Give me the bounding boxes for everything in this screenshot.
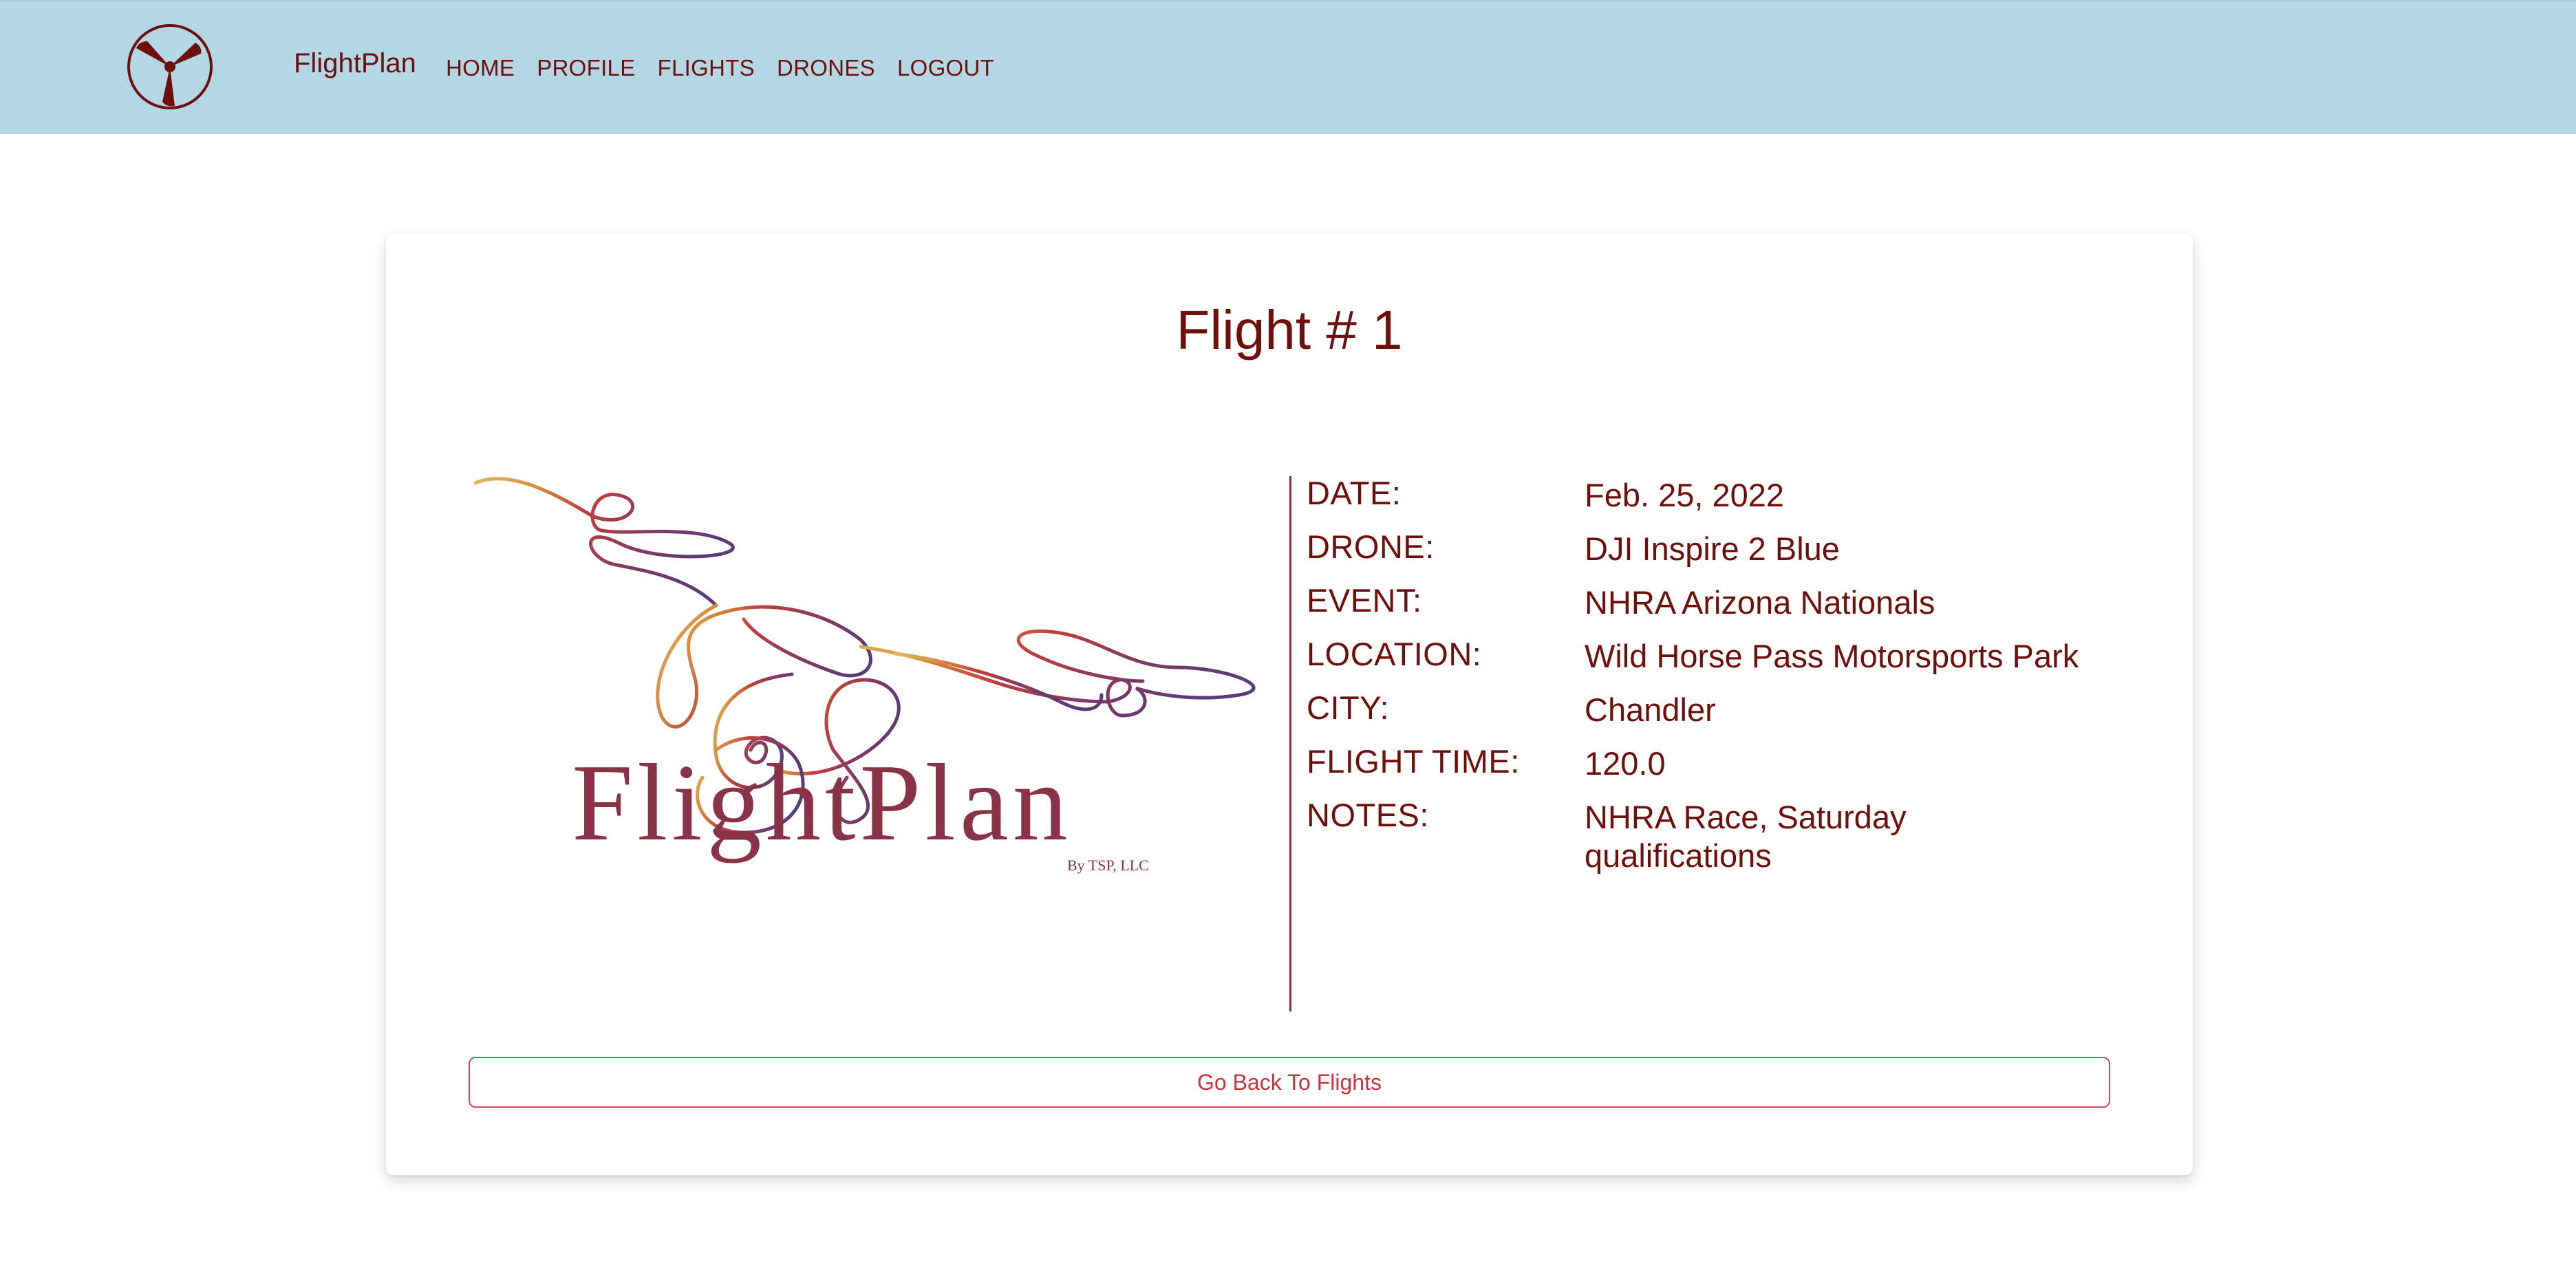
detail-label: DATE: bbox=[1307, 475, 1402, 511]
detail-label: DRONE: bbox=[1307, 528, 1435, 565]
detail-value: NHRA Race, Saturday qualifications bbox=[1585, 799, 1907, 874]
logo-byline: By TSP, LLC bbox=[1067, 857, 1149, 874]
detail-value: Wild Horse Pass Motorsports Park bbox=[1585, 638, 2079, 674]
nav-links: HOME PROFILE FLIGHTS DRONES LOGOUT bbox=[446, 56, 1016, 79]
flightplan-logo-illustration: FlightPlan By TSP, LLC bbox=[473, 477, 1256, 874]
nav-profile-link[interactable]: PROFILE bbox=[537, 56, 635, 79]
detail-label: LOCATION: bbox=[1307, 636, 1482, 672]
detail-row-drone: DRONE: DJI Inspire 2 Blue bbox=[1307, 530, 2153, 568]
detail-row-flight-time: FLIGHT TIME: 120.0 bbox=[1307, 744, 2153, 783]
nav-drones-link[interactable]: DRONES bbox=[777, 56, 875, 79]
flight-detail-card: Flight # 1 FlightPlan By TSP, LLC DATE: … bbox=[386, 234, 2193, 1175]
detail-value: 120.0 bbox=[1585, 745, 1666, 782]
detail-label: NOTES: bbox=[1307, 797, 1429, 833]
detail-row-notes: NOTES: NHRA Race, Saturday qualification… bbox=[1307, 798, 2153, 875]
top-navbar: FlightPlan HOME PROFILE FLIGHTS DRONES L… bbox=[0, 0, 2576, 134]
logo-wordmark: FlightPlan bbox=[572, 741, 1072, 863]
nav-flights-link[interactable]: FLIGHTS bbox=[658, 56, 755, 79]
detail-row-date: DATE: Feb. 25, 2022 bbox=[1307, 476, 2153, 515]
propeller-logo-icon[interactable] bbox=[124, 21, 216, 113]
detail-row-city: CITY: Chandler bbox=[1307, 691, 2153, 729]
nav-logout-link[interactable]: LOGOUT bbox=[897, 56, 994, 79]
go-back-to-flights-button[interactable]: Go Back To Flights bbox=[469, 1057, 2110, 1108]
brand-link[interactable]: FlightPlan bbox=[294, 50, 416, 77]
detail-label: EVENT: bbox=[1307, 582, 1422, 619]
detail-label: FLIGHT TIME: bbox=[1307, 743, 1520, 780]
detail-value: Chandler bbox=[1585, 691, 1716, 728]
page-title: Flight # 1 bbox=[1176, 299, 1403, 361]
detail-row-location: LOCATION: Wild Horse Pass Motorsports Pa… bbox=[1307, 637, 2153, 676]
detail-value: NHRA Arizona Nationals bbox=[1585, 584, 1935, 621]
detail-row-event: EVENT: NHRA Arizona Nationals bbox=[1307, 583, 2153, 622]
nav-home-link[interactable]: HOME bbox=[446, 56, 515, 79]
detail-value: Feb. 25, 2022 bbox=[1585, 477, 1785, 513]
flight-details-list: DATE: Feb. 25, 2022 DRONE: DJI Inspire 2… bbox=[1307, 476, 2153, 890]
detail-value: DJI Inspire 2 Blue bbox=[1585, 530, 1840, 567]
vertical-divider bbox=[1289, 476, 1291, 1011]
detail-label: CITY: bbox=[1307, 689, 1390, 726]
